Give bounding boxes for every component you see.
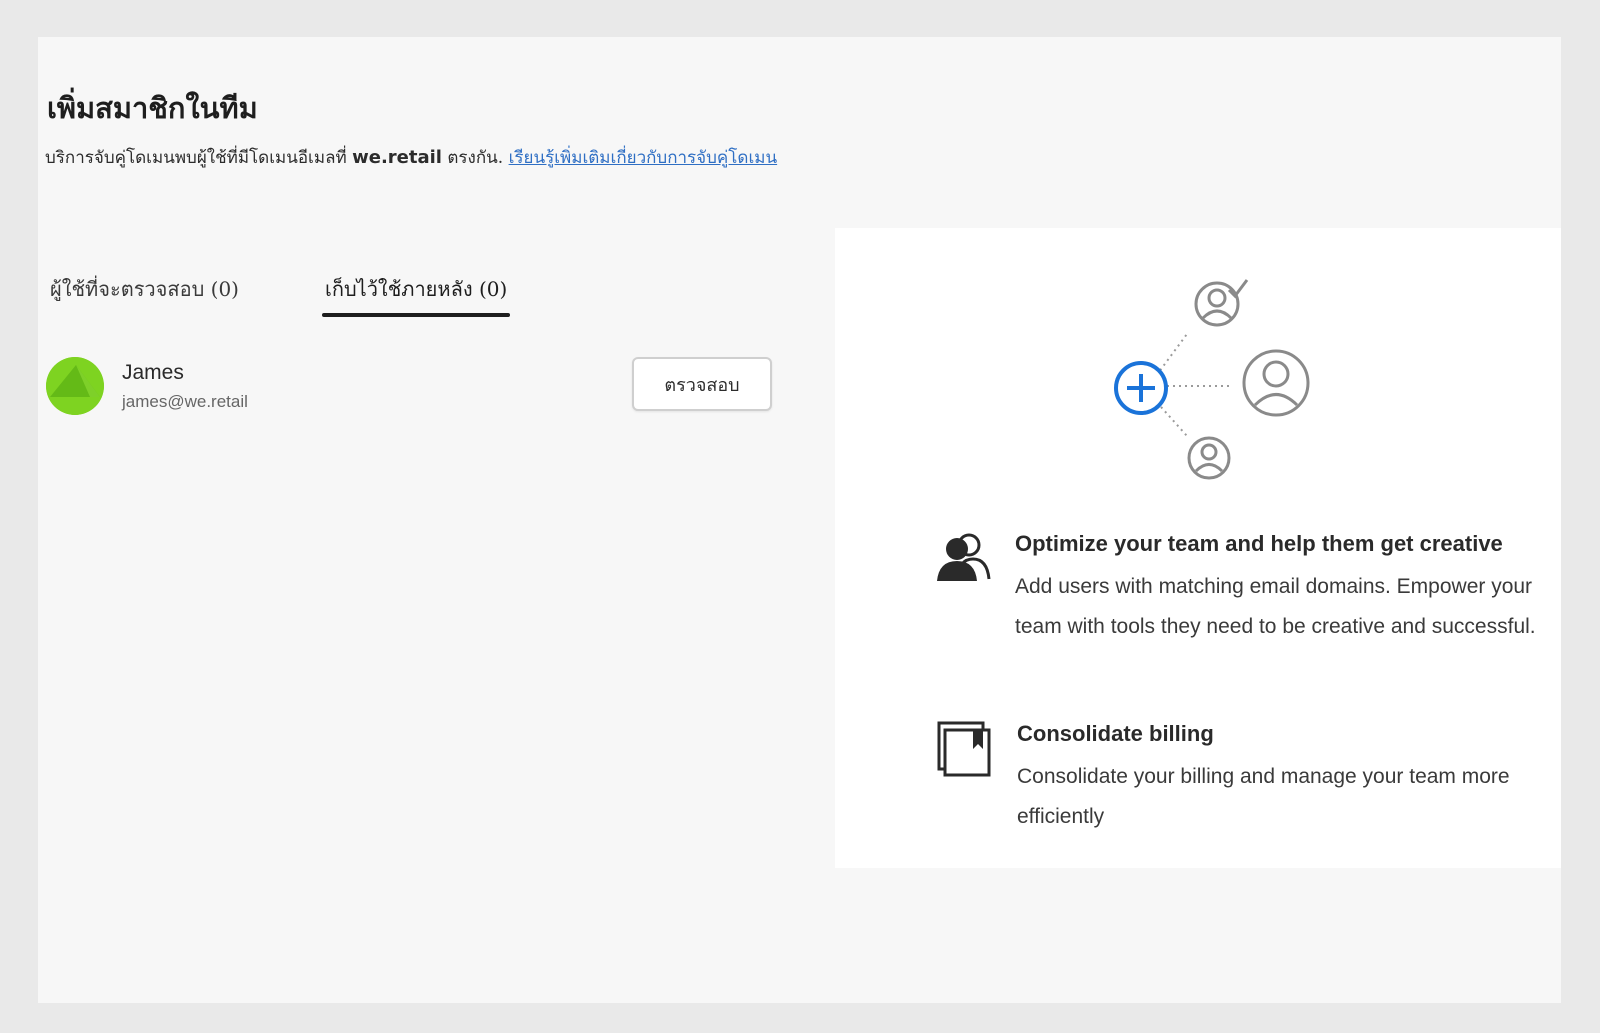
add-user-network-icon [1105,268,1325,487]
description-prefix: บริการจับคู่โดเมนพบผู้ใช้ที่มีโดเมนอีเมล… [45,148,353,168]
user-email: james@we.retail [122,392,248,411]
user-tabs: ผู้ใช้ที่จะตรวจสอบ (0) เก็บไว้ใช้ภายหลัง… [50,273,770,317]
billing-document-icon [935,721,991,781]
learn-more-link[interactable]: เรียนรู้เพิ่มเติมเกี่ยวกับการจับคู่โดเมน [509,148,778,168]
feature-text: Add users with matching email domains. E… [1015,575,1536,638]
tab-saved-for-later[interactable]: เก็บไว้ใช้ภายหลัง (0) [321,273,511,317]
domain-matching-description: บริการจับคู่โดเมนพบผู้ใช้ที่มีโดเมนอีเมล… [45,144,777,171]
team-users-icon [935,531,991,587]
info-card: Optimize your team and help them get cre… [835,228,1561,868]
user-name: James [122,361,184,384]
feature-title: Optimize your team and help them get cre… [1015,531,1503,556]
matched-domain: we.retail [352,147,442,168]
feature-title: Consolidate billing [1017,721,1214,746]
avatar-shape-icon [46,357,104,415]
avatar [46,357,104,415]
review-button[interactable]: ตรวจสอบ [632,357,772,411]
tab-users-to-review[interactable]: ผู้ใช้ที่จะตรวจสอบ (0) [50,273,239,315]
user-list-item: James james@we.retail ตรวจสอบ [46,357,776,419]
main-panel: เพิ่มสมาชิกในทีม บริการจับคู่โดเมนพบผู้ใ… [38,37,1561,1003]
feature-text: Consolidate your billing and manage your… [1017,765,1510,828]
page-title: เพิ่มสมาชิกในทีม [47,91,258,125]
description-suffix: ตรงกัน. [441,148,509,168]
